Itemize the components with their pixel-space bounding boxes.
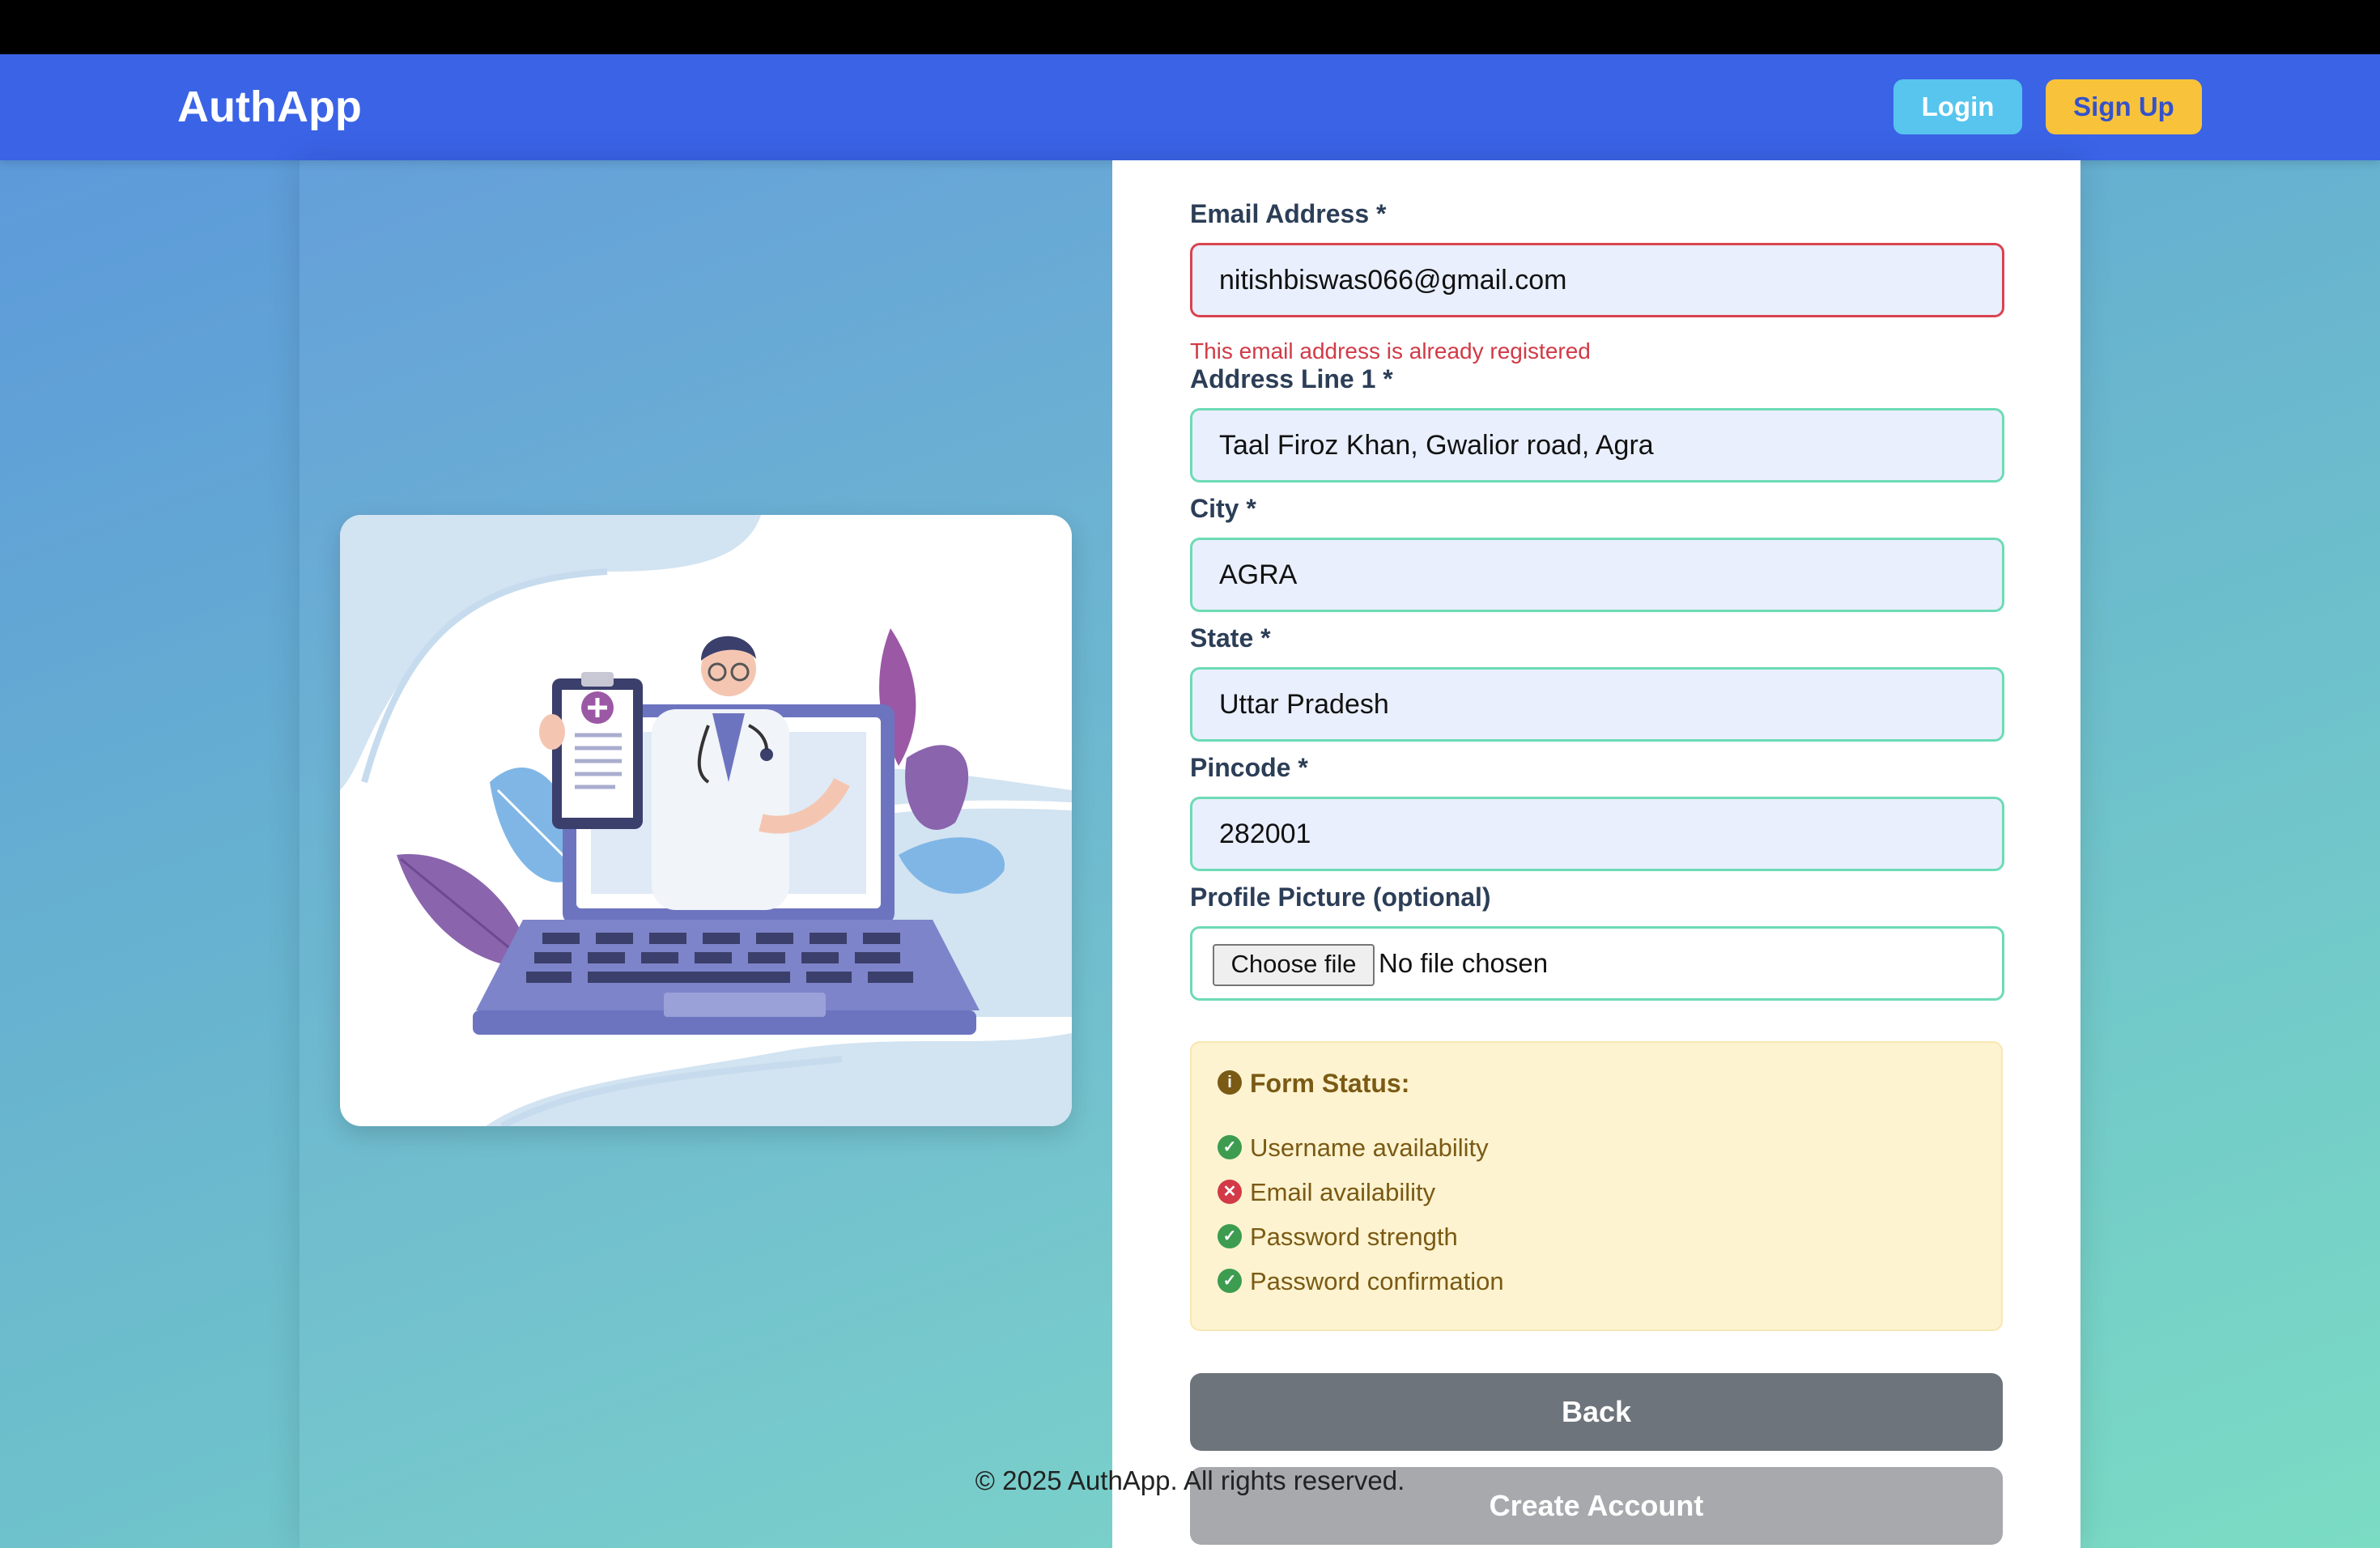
status-item-email: Email availability xyxy=(1250,1178,1436,1206)
check-circle-icon: ✓ xyxy=(1218,1224,1242,1248)
doctor-illustration xyxy=(340,515,1072,1126)
info-icon: i xyxy=(1218,1070,1242,1095)
city-label: City * xyxy=(1190,494,1256,523)
pincode-field[interactable] xyxy=(1190,797,2004,871)
footer-copyright: © 2025 AuthApp. All rights reserved. xyxy=(975,1465,1405,1495)
pincode-input[interactable] xyxy=(1192,799,2002,869)
state-label: State * xyxy=(1190,623,1271,653)
signup-button[interactable]: Sign Up xyxy=(2046,79,2202,134)
address-label: Address Line 1 * xyxy=(1190,364,1393,393)
state-input[interactable] xyxy=(1192,670,2002,739)
profile-picture-label: Profile Picture (optional) xyxy=(1190,882,1491,912)
brand-logo[interactable]: AuthApp xyxy=(177,54,362,160)
x-circle-icon: ✕ xyxy=(1218,1180,1242,1204)
address-field[interactable] xyxy=(1190,408,2004,483)
email-label: Email Address * xyxy=(1190,199,1387,228)
city-field[interactable] xyxy=(1190,538,2004,612)
status-item-username: Username availability xyxy=(1250,1133,1489,1162)
profile-picture-field[interactable]: Choose file No file chosen xyxy=(1190,926,2004,1001)
address-input[interactable] xyxy=(1192,410,2002,480)
navbar: AuthApp Login Sign Up xyxy=(0,54,2380,160)
login-button[interactable]: Login xyxy=(1893,79,2022,134)
back-button[interactable]: Back xyxy=(1190,1373,2003,1451)
file-status-text: No file chosen xyxy=(1379,948,1549,978)
form-status-panel: i Form Status: ✓ Username availability ✕… xyxy=(1190,1041,2003,1331)
check-circle-icon: ✓ xyxy=(1218,1135,1242,1159)
email-input[interactable] xyxy=(1192,245,2002,315)
check-circle-icon: ✓ xyxy=(1218,1269,1242,1293)
status-item-password-confirmation: Password confirmation xyxy=(1250,1267,1504,1295)
status-item-password-strength: Password strength xyxy=(1250,1223,1458,1251)
city-input[interactable] xyxy=(1192,540,2002,610)
top-black-bar xyxy=(0,0,2380,54)
registration-form: Email Address * This email address is al… xyxy=(1112,160,2080,1548)
form-status-title: Form Status: xyxy=(1250,1069,1410,1098)
choose-file-button[interactable]: Choose file xyxy=(1213,944,1375,986)
state-field[interactable] xyxy=(1190,667,2004,742)
email-error-message: This email address is already registered xyxy=(1190,338,1591,364)
email-field[interactable] xyxy=(1190,243,2004,317)
pincode-label: Pincode * xyxy=(1190,753,1308,782)
